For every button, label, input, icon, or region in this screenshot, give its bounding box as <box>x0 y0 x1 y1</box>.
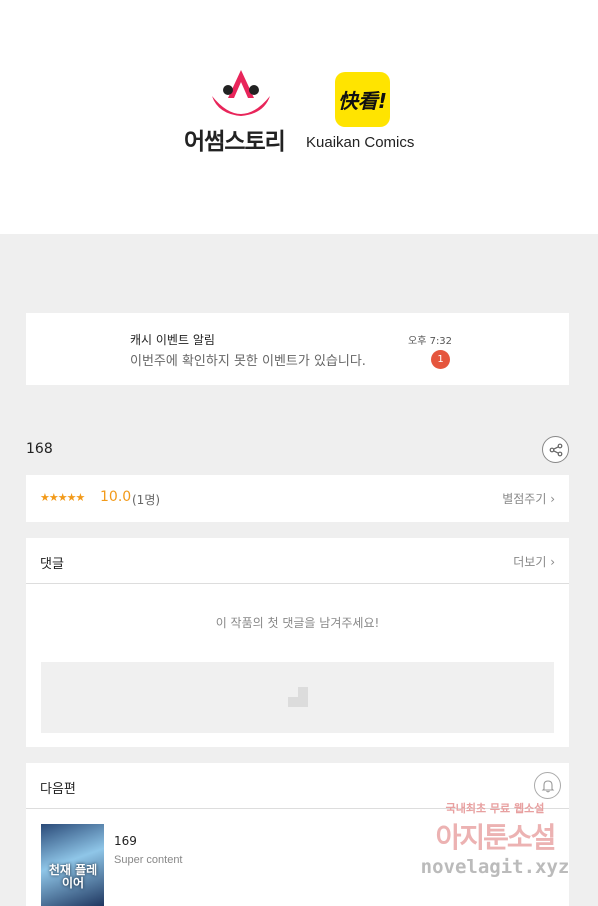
share-button[interactable] <box>542 436 569 463</box>
comments-more-button[interactable]: 더보기 › <box>513 553 555 570</box>
comments-empty-message: 이 작품의 첫 댓글을 남겨주세요! <box>215 616 380 630</box>
comments-section: 댓글 더보기 › 이 작품의 첫 댓글을 남겨주세요! <box>26 538 569 747</box>
kuaikan-logo: 快看! Kuaikan Comics <box>303 72 423 154</box>
watermark-url: novelagit.xyz <box>420 856 570 878</box>
rating-score: 10.0 <box>100 489 132 505</box>
next-episode-subtitle: Super content <box>114 854 183 866</box>
rate-button[interactable]: 별점주기 › <box>502 490 555 507</box>
next-episode-title: 다음편 <box>40 782 76 797</box>
kuaikan-wordmark: Kuaikan Comics <box>306 134 415 151</box>
next-episode-thumbnail[interactable]: 천재 플레이어 <box>41 824 104 906</box>
notification-badge: 1 <box>431 350 450 369</box>
comments-title: 댓글 <box>40 557 64 572</box>
comments-divider <box>26 583 569 584</box>
bell-icon <box>541 779 554 792</box>
notification-title: 캐시 이벤트 알림 <box>130 333 215 347</box>
kuaikan-mark: 快看! <box>335 72 390 127</box>
watermark-brand: 아지툰소설 <box>435 821 557 854</box>
rating-count: (1명) <box>132 493 161 507</box>
image-placeholder-icon <box>288 687 308 707</box>
rating-card: ★★★★★ 10.0 (1명) 별점주기 › <box>26 475 569 522</box>
notification-time: 오후 7:32 <box>408 336 453 347</box>
notification-body: 이번주에 확인하지 못한 이벤트가 있습니다. <box>130 354 366 369</box>
episode-number: 168 <box>26 441 53 457</box>
cash-event-notification[interactable]: 캐시 이벤트 알림 이번주에 확인하지 못한 이벤트가 있습니다. 오후 7:3… <box>26 313 569 385</box>
awesome-story-mark-icon <box>212 70 270 116</box>
watermark-tagline: 국내최초 무료 웹소설 <box>445 802 545 815</box>
thumbnail-title: 천재 플레이어 <box>48 863 98 890</box>
site-watermark: 국내최초 무료 웹소설 아지툰소설 novelagit.xyz <box>410 800 580 890</box>
share-icon <box>549 443 562 456</box>
publisher-banner: 어썸스토리 快看! Kuaikan Comics <box>0 0 598 234</box>
ad-placeholder[interactable] <box>41 662 554 733</box>
rating-stars-icon: ★★★★★ <box>40 491 85 504</box>
next-episode-number[interactable]: 169 <box>114 834 137 848</box>
awesome-story-wordmark: 어썸스토리 <box>184 129 286 155</box>
awesome-story-logo: 어썸스토리 <box>184 70 299 155</box>
notify-button[interactable] <box>534 772 561 799</box>
